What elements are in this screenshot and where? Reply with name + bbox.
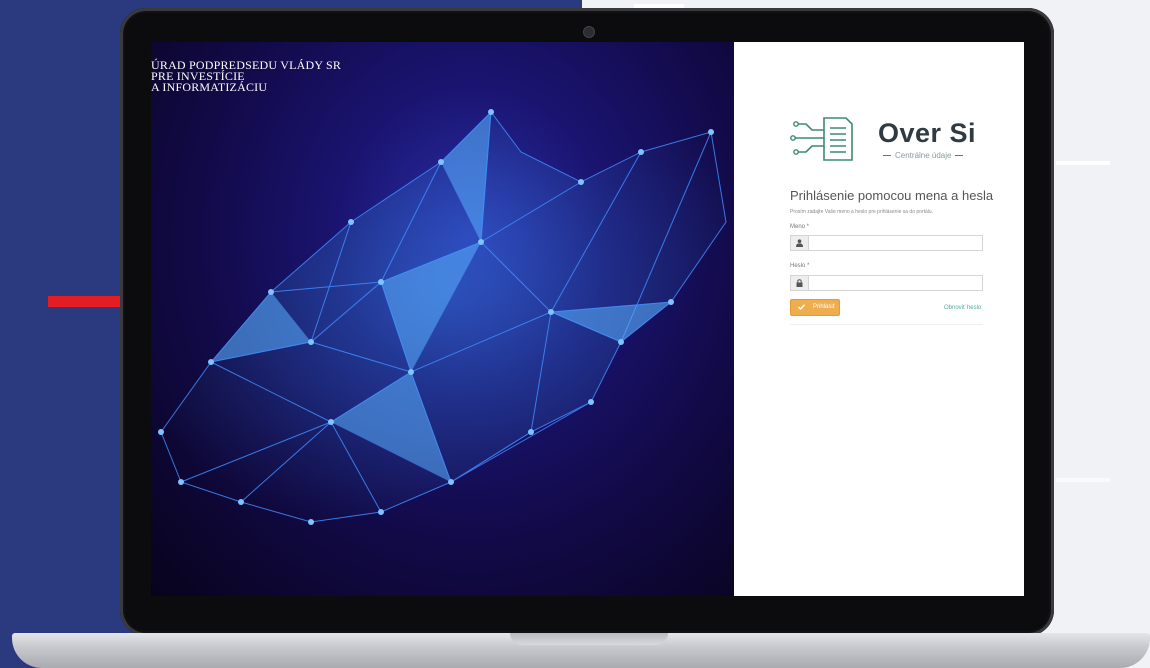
decorative-line: [1056, 478, 1110, 482]
lock-icon: [791, 276, 809, 290]
login-hint: Prosím zadajte Vaše meno a heslo pre pri…: [790, 209, 934, 215]
document-circuit-logo-icon: [790, 117, 853, 161]
divider: [790, 324, 983, 325]
reset-password-link[interactable]: Obnoviť heslo: [944, 305, 981, 311]
camera-icon: [583, 26, 595, 38]
username-input[interactable]: [809, 236, 982, 250]
check-icon: [798, 304, 805, 310]
laptop-base-notch: [510, 633, 668, 645]
password-label: Heslo *: [790, 263, 810, 269]
organization-line: A INFORMATIZÁCIU: [151, 80, 268, 94]
username-label: Meno *: [790, 224, 810, 230]
login-button-label: Prihlásiť: [813, 304, 835, 310]
password-input-group: [790, 275, 983, 291]
login-title: Prihlásenie pomocou mena a hesla: [790, 188, 994, 203]
network-map-illustration: [158, 109, 727, 525]
decorative-line: [1056, 161, 1110, 165]
network-map-panel: ÚRAD PODPREDSEDU VLÁDY SR PRE INVESTÍCIE…: [151, 42, 734, 596]
username-input-group: [790, 235, 983, 251]
login-button[interactable]: Prihlásiť: [790, 299, 840, 316]
user-icon: [791, 236, 809, 250]
organization-name: ÚRAD PODPREDSEDU VLÁDY SR PRE INVESTÍCIE…: [151, 59, 341, 94]
laptop-screen: ÚRAD PODPREDSEDU VLÁDY SR PRE INVESTÍCIE…: [151, 42, 1024, 596]
logo-subtitle: Centrálne údaje: [879, 151, 967, 160]
logo-title: Over Si: [878, 118, 977, 148]
over-si-logo: Over Si Centrálne údaje: [790, 114, 980, 170]
login-panel: Over Si Centrálne údaje Prihlásenie pomo…: [734, 42, 1024, 596]
password-input[interactable]: [809, 276, 982, 290]
